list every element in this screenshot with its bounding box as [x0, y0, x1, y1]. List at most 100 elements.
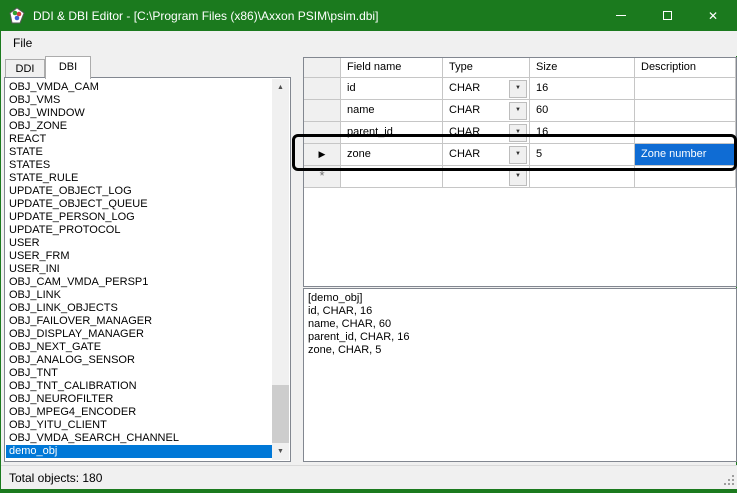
column-header[interactable]: Field name: [341, 58, 443, 78]
grid-row: parent_id CHAR ▼16: [304, 122, 736, 144]
type-cell[interactable]: CHAR ▼: [443, 122, 530, 144]
list-item[interactable]: OBJ_YITU_CLIENT: [6, 419, 272, 432]
list-item[interactable]: OBJ_LINK_OBJECTS: [6, 302, 272, 315]
list-item[interactable]: OBJ_ZONE: [6, 120, 272, 133]
type-dropdown-button[interactable]: ▼: [509, 168, 527, 186]
tab-ddi[interactable]: DDI: [5, 59, 45, 78]
maximize-button[interactable]: [644, 0, 690, 31]
grid-corner-cell[interactable]: [304, 58, 341, 78]
list-item[interactable]: OBJ_VMDA_CAM: [6, 81, 272, 94]
description-cell[interactable]: Zone number: [635, 144, 736, 166]
column-header[interactable]: Description: [635, 58, 736, 78]
dropdown-icon: ▼: [515, 144, 521, 165]
object-list[interactable]: OBJ_VMDA_CAMOBJ_VMSOBJ_WINDOWOBJ_ZONEREA…: [4, 77, 291, 462]
list-item[interactable]: OBJ_NEXT_GATE: [6, 341, 272, 354]
scrollbar-thumb[interactable]: [272, 385, 289, 443]
field-name-cell[interactable]: name: [341, 100, 443, 122]
new-row-marker: *: [319, 168, 324, 183]
type-dropdown-button[interactable]: ▼: [509, 146, 527, 164]
scroll-up-button[interactable]: ▲: [272, 79, 289, 96]
preview-text[interactable]: [demo_obj]id, CHAR, 16name, CHAR, 60pare…: [303, 288, 737, 462]
type-dropdown-button[interactable]: ▼: [509, 80, 527, 98]
row-selector[interactable]: ▶: [304, 144, 341, 166]
list-item[interactable]: OBJ_FAILOVER_MANAGER: [6, 315, 272, 328]
column-header[interactable]: Type: [443, 58, 530, 78]
size-cell[interactable]: 16: [530, 122, 635, 144]
description-cell[interactable]: [635, 166, 736, 188]
row-selector[interactable]: [304, 78, 341, 100]
status-text: Total objects: 180: [9, 471, 102, 485]
minimize-icon: [616, 15, 626, 16]
list-item[interactable]: USER_FRM: [6, 250, 272, 263]
minimize-button[interactable]: [598, 0, 644, 31]
list-item[interactable]: USER_INI: [6, 263, 272, 276]
window-border-bottom: [1, 489, 737, 493]
type-cell[interactable]: CHAR▼: [443, 100, 530, 122]
list-item[interactable]: OBJ_TNT_CALIBRATION: [6, 380, 272, 393]
list-item[interactable]: OBJ_ANALOG_SENSOR: [6, 354, 272, 367]
size-cell[interactable]: [530, 166, 635, 188]
size-cell[interactable]: 5: [530, 144, 635, 166]
status-bar: Total objects: 180: [1, 465, 737, 489]
list-item[interactable]: UPDATE_PERSON_LOG: [6, 211, 272, 224]
list-item[interactable]: USER: [6, 237, 272, 250]
type-cell[interactable]: CHAR ▼: [443, 78, 530, 100]
column-header[interactable]: Size: [530, 58, 635, 78]
list-item[interactable]: OBJ_WINDOW: [6, 107, 272, 120]
grid-rows: idCHAR▼16nameCHAR▼60parent_idCHAR▼16▶zon…: [304, 78, 736, 188]
preview-line: name, CHAR, 60: [308, 318, 732, 331]
close-button[interactable]: ✕: [690, 0, 736, 31]
description-cell[interactable]: [635, 122, 736, 144]
tab-dbi[interactable]: DBI: [45, 56, 91, 79]
list-item[interactable]: STATE: [6, 146, 272, 159]
row-selector[interactable]: [304, 100, 341, 122]
list-item[interactable]: OBJ_NEUROFILTER: [6, 393, 272, 406]
dropdown-icon: ▼: [515, 166, 521, 187]
field-name-cell[interactable]: id: [341, 78, 443, 100]
scroll-down-icon: ▼: [277, 448, 284, 455]
list-item[interactable]: demo_obj: [6, 445, 272, 458]
list-item[interactable]: OBJ_LINK: [6, 289, 272, 302]
description-cell[interactable]: [635, 100, 736, 122]
list-item[interactable]: OBJ_TNT: [6, 367, 272, 380]
field-name-cell[interactable]: zone: [341, 144, 443, 166]
menu-bar: File: [2, 31, 737, 56]
menu-file[interactable]: File: [2, 31, 41, 54]
description-cell[interactable]: [635, 78, 736, 100]
list-item[interactable]: UPDATE_OBJECT_LOG: [6, 185, 272, 198]
object-list-scrollbar[interactable]: ▲ ▼: [272, 79, 289, 460]
size-cell[interactable]: 60: [530, 100, 635, 122]
dropdown-icon: ▼: [515, 100, 521, 121]
row-selector[interactable]: [304, 122, 341, 144]
type-value: CHAR: [449, 122, 480, 143]
scroll-down-button[interactable]: ▼: [272, 443, 289, 460]
object-list-items: OBJ_VMDA_CAMOBJ_VMSOBJ_WINDOWOBJ_ZONEREA…: [6, 79, 272, 460]
resize-grip[interactable]: [722, 473, 734, 485]
type-dropdown-button[interactable]: ▼: [509, 124, 527, 142]
preview-line: id, CHAR, 16: [308, 305, 732, 318]
list-item[interactable]: OBJ_DISPLAY_MANAGER: [6, 328, 272, 341]
grid-header-row: Field nameTypeSizeDescription: [304, 58, 736, 78]
field-name-cell[interactable]: [341, 166, 443, 188]
list-item[interactable]: STATES: [6, 159, 272, 172]
list-item[interactable]: STATE_RULE: [6, 172, 272, 185]
list-item[interactable]: OBJ_VMDA_SEARCH_CHANNEL: [6, 432, 272, 445]
type-value: CHAR: [449, 78, 480, 99]
type-cell[interactable]: ▼: [443, 166, 530, 188]
list-item[interactable]: OBJ_VMS: [6, 94, 272, 107]
caption-buttons: ✕: [598, 0, 736, 31]
field-name-cell[interactable]: parent_id: [341, 122, 443, 144]
type-cell[interactable]: CHAR ▼: [443, 144, 530, 166]
list-item[interactable]: UPDATE_PROTOCOL: [6, 224, 272, 237]
grid-new-row: *▼: [304, 166, 736, 188]
list-item[interactable]: UPDATE_OBJECT_QUEUE: [6, 198, 272, 211]
list-item[interactable]: REACT: [6, 133, 272, 146]
row-selector[interactable]: *: [304, 166, 341, 188]
preview-line: parent_id, CHAR, 16: [308, 331, 732, 344]
type-value: CHAR: [449, 144, 480, 165]
type-dropdown-button[interactable]: ▼: [509, 102, 527, 120]
list-item[interactable]: OBJ_CAM_VMDA_PERSP1: [6, 276, 272, 289]
grid-row: ▶zone CHAR ▼ 5Zone number: [304, 144, 736, 166]
list-item[interactable]: OBJ_MPEG4_ENCODER: [6, 406, 272, 419]
size-cell[interactable]: 16: [530, 78, 635, 100]
